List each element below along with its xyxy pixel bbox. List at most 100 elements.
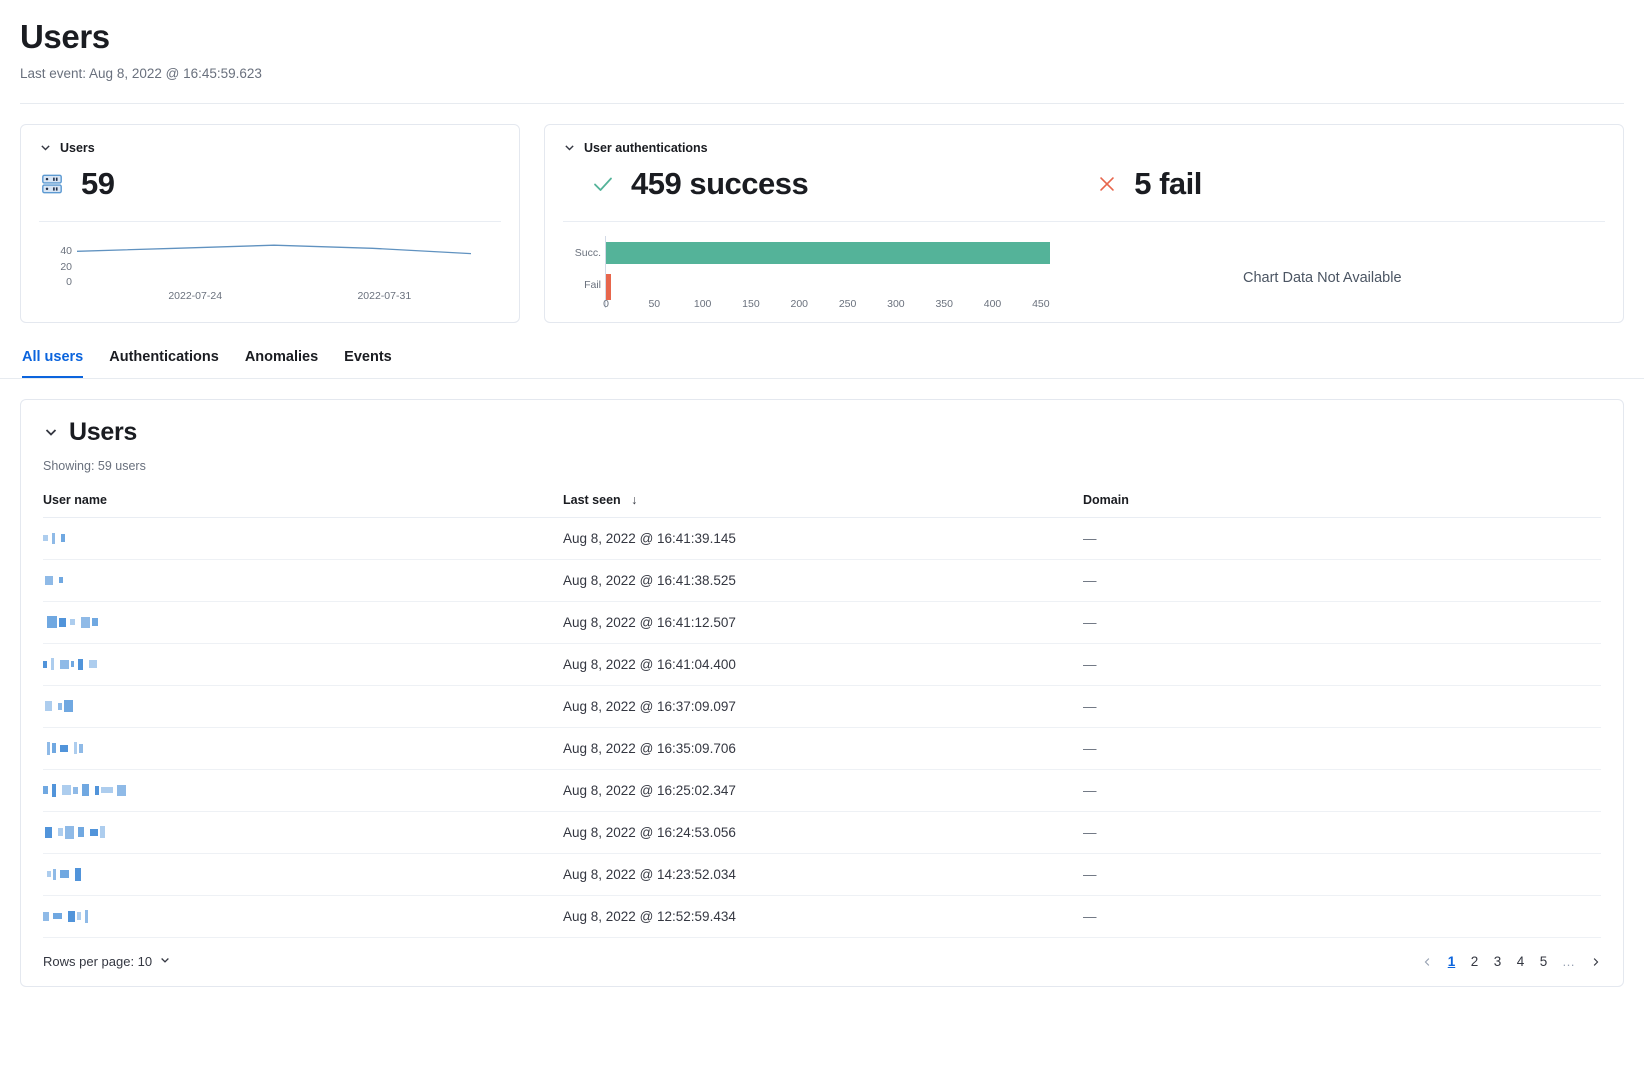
- cell-last-seen: Aug 8, 2022 @ 16:41:39.145: [563, 517, 1083, 559]
- cell-user-name[interactable]: [43, 811, 563, 853]
- cell-domain: —: [1083, 895, 1601, 937]
- cell-last-seen: Aug 8, 2022 @ 16:24:53.056: [563, 811, 1083, 853]
- table-footer: Rows per page: 10 12345 …: [43, 938, 1601, 986]
- cell-user-name[interactable]: [43, 727, 563, 769]
- page-title: Users: [20, 18, 1624, 56]
- auth-panel-caption[interactable]: User authentications: [563, 141, 1605, 155]
- redacted-username: [43, 910, 563, 923]
- cell-last-seen: Aug 8, 2022 @ 16:41:12.507: [563, 601, 1083, 643]
- check-icon: [591, 172, 615, 196]
- bar-chart-xtick: 400: [984, 298, 1002, 310]
- table-row[interactable]: Aug 8, 2022 @ 16:41:04.400—: [43, 643, 1601, 685]
- rows-per-page-select[interactable]: Rows per page: 10: [43, 954, 171, 969]
- table-row[interactable]: Aug 8, 2022 @ 16:24:53.056—: [43, 811, 1601, 853]
- pagination-page-2[interactable]: 2: [1470, 954, 1479, 969]
- bar-chart-category-label: Fail: [584, 279, 601, 291]
- table-header-row: User name Last seen ↓ Domain: [43, 493, 1601, 518]
- bar-chart-xtick: 200: [790, 298, 808, 310]
- users-count-value: 59: [81, 166, 114, 202]
- redacted-username: [43, 616, 563, 629]
- redacted-username: [43, 784, 563, 797]
- chevron-down-icon: [159, 954, 171, 969]
- cell-user-name[interactable]: [43, 601, 563, 643]
- line-chart-ytick: 40: [60, 245, 77, 257]
- line-chart-xtick: 2022-07-24: [168, 290, 222, 302]
- cell-last-seen: Aug 8, 2022 @ 16:35:09.706: [563, 727, 1083, 769]
- redacted-username: [43, 700, 563, 713]
- users-summary-panel: Users 59: [20, 124, 520, 323]
- cell-user-name[interactable]: [43, 895, 563, 937]
- cell-user-name[interactable]: [43, 517, 563, 559]
- bar-chart-xtick: 300: [887, 298, 905, 310]
- cell-domain: —: [1083, 811, 1601, 853]
- tab-anomalies[interactable]: Anomalies: [245, 349, 318, 378]
- table-row[interactable]: Aug 8, 2022 @ 16:37:09.097—: [43, 685, 1601, 727]
- bar-chart-xtick: 0: [603, 298, 609, 310]
- cell-user-name[interactable]: [43, 853, 563, 895]
- users-showing-count: Showing: 59 users: [43, 459, 1601, 473]
- column-header-last-seen[interactable]: Last seen ↓: [563, 493, 1083, 518]
- cell-last-seen: Aug 8, 2022 @ 14:23:52.034: [563, 853, 1083, 895]
- cross-icon: [1096, 173, 1118, 195]
- users-panel-label: Users: [60, 141, 95, 155]
- users-panel-divider: [39, 221, 501, 222]
- bar-chart-bar[interactable]: [606, 242, 1050, 264]
- tab-events[interactable]: Events: [344, 349, 392, 378]
- column-header-user-name[interactable]: User name: [43, 493, 563, 518]
- tab-bar: All users Authentications Anomalies Even…: [0, 323, 1644, 379]
- line-chart-series: [77, 236, 471, 282]
- bar-chart-category-axis: Succ. Fail: [563, 236, 605, 308]
- bar-chart-xtick: 100: [694, 298, 712, 310]
- users-table-title: Users: [69, 418, 137, 447]
- redacted-username: [43, 574, 563, 587]
- pagination: 12345 …: [1422, 954, 1601, 970]
- cell-last-seen: Aug 8, 2022 @ 16:41:38.525: [563, 559, 1083, 601]
- cell-last-seen: Aug 8, 2022 @ 16:41:04.400: [563, 643, 1083, 685]
- storage-icon: [39, 171, 65, 197]
- table-row[interactable]: Aug 8, 2022 @ 16:41:12.507—: [43, 601, 1601, 643]
- table-row[interactable]: Aug 8, 2022 @ 14:23:52.034—: [43, 853, 1601, 895]
- pagination-page-4[interactable]: 4: [1516, 954, 1525, 969]
- tab-authentications[interactable]: Authentications: [109, 349, 219, 378]
- pagination-page-3[interactable]: 3: [1493, 954, 1502, 969]
- chevron-right-icon[interactable]: [1590, 954, 1601, 970]
- users-panel-caption[interactable]: Users: [39, 141, 501, 155]
- bar-chart-category-label: Succ.: [575, 247, 601, 259]
- table-row[interactable]: Aug 8, 2022 @ 16:41:39.145—: [43, 517, 1601, 559]
- cell-domain: —: [1083, 853, 1601, 895]
- cell-last-seen: Aug 8, 2022 @ 16:25:02.347: [563, 769, 1083, 811]
- users-table-header[interactable]: Users: [43, 418, 1601, 447]
- chevron-down-icon: [43, 424, 59, 440]
- redacted-username: [43, 742, 563, 755]
- cell-user-name[interactable]: [43, 769, 563, 811]
- chevron-down-icon: [563, 141, 576, 154]
- table-row[interactable]: Aug 8, 2022 @ 16:41:38.525—: [43, 559, 1601, 601]
- table-row[interactable]: Aug 8, 2022 @ 12:52:59.434—: [43, 895, 1601, 937]
- table-row[interactable]: Aug 8, 2022 @ 16:35:09.706—: [43, 727, 1601, 769]
- pagination-page-1[interactable]: 1: [1447, 954, 1456, 969]
- line-chart-xtick: 2022-07-31: [357, 290, 411, 302]
- chevron-down-icon: [39, 141, 52, 154]
- bar-chart-plot: 050100150200250300350400450: [605, 236, 1065, 308]
- cell-domain: —: [1083, 643, 1601, 685]
- redacted-username: [43, 868, 563, 881]
- tab-all-users[interactable]: All users: [22, 349, 83, 378]
- line-chart-ytick: 0: [66, 276, 77, 288]
- authentications-summary-panel: User authentications 459 success 5 fail: [544, 124, 1624, 323]
- cell-domain: —: [1083, 601, 1601, 643]
- line-chart-ytick: 20: [60, 261, 77, 273]
- cell-user-name[interactable]: [43, 685, 563, 727]
- bar-chart-bar[interactable]: [606, 274, 611, 300]
- cell-user-name[interactable]: [43, 643, 563, 685]
- cell-user-name[interactable]: [43, 559, 563, 601]
- users-line-chart[interactable]: 0 20 40 2022-07-24 2022-07-31: [39, 234, 501, 308]
- users-table-card: Users Showing: 59 users User name Last s…: [20, 399, 1624, 987]
- bar-chart-xtick: 50: [648, 298, 660, 310]
- auth-bar-chart[interactable]: Succ.Fail 050100150200250300350400450 Ch…: [563, 236, 1605, 308]
- redacted-username: [43, 532, 563, 545]
- cell-domain: —: [1083, 769, 1601, 811]
- table-row[interactable]: Aug 8, 2022 @ 16:25:02.347—: [43, 769, 1601, 811]
- chevron-left-icon[interactable]: [1422, 954, 1433, 970]
- pagination-page-5[interactable]: 5: [1539, 954, 1548, 969]
- column-header-domain[interactable]: Domain: [1083, 493, 1601, 518]
